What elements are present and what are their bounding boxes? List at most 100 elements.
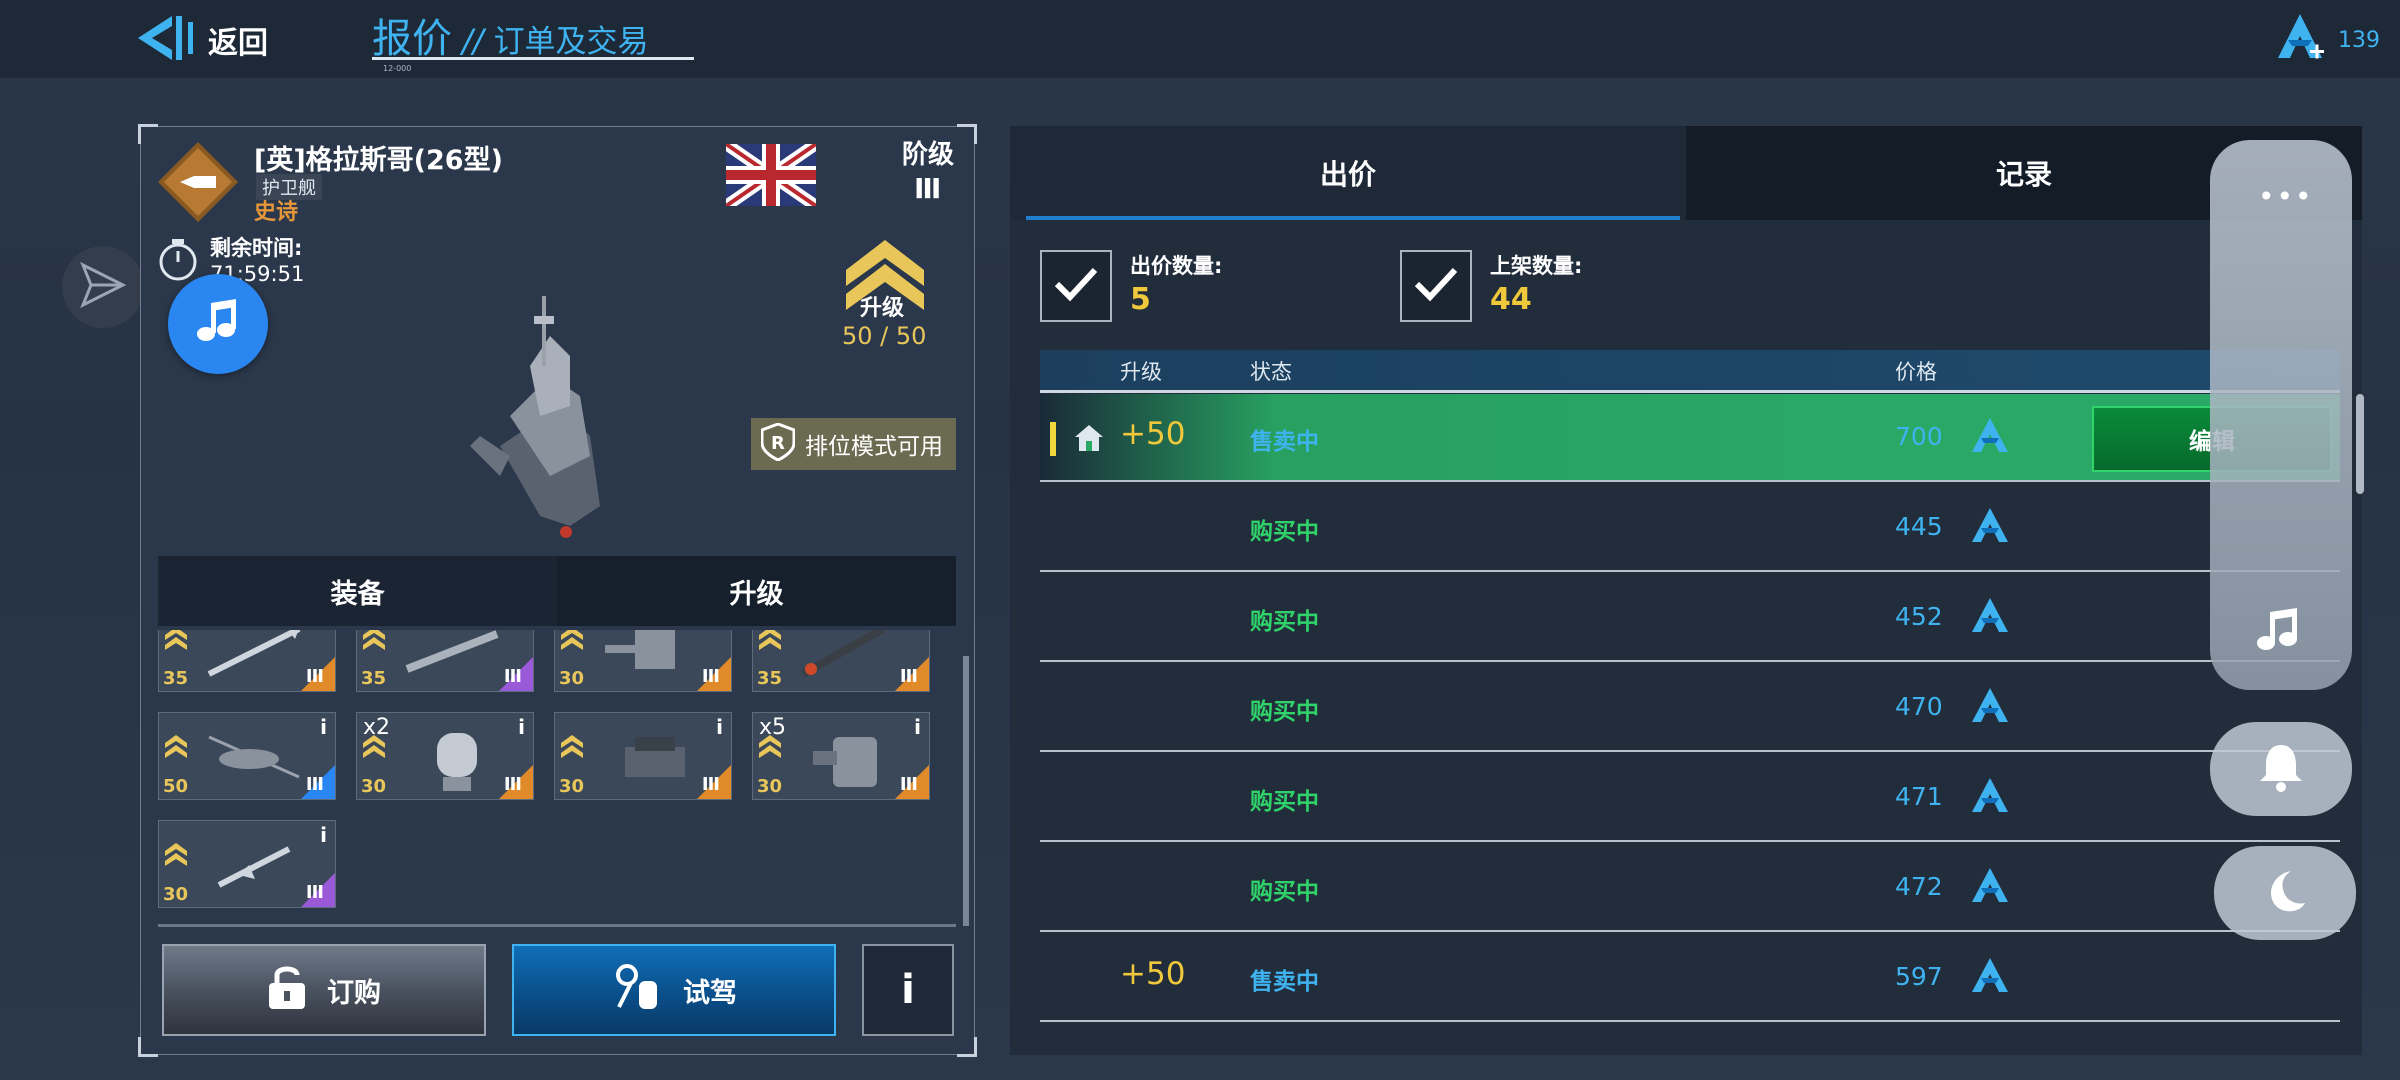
market-panel: 出价 记录 出价数量: 5 上架数量: 44 升级 状态 价格 +50 售卖中 70… (1010, 126, 2362, 1055)
col-price: 价格 (1895, 360, 1937, 384)
selected-indicator (1050, 422, 1056, 456)
bid-qty-value: 5 (1130, 282, 1151, 317)
table-row[interactable]: +50 售卖中 597 (1040, 934, 2340, 1022)
table-row[interactable]: 购买中 471 (1040, 754, 2340, 842)
tab-upgrade[interactable]: 升级 (557, 556, 956, 626)
order-button[interactable]: 订购 (162, 944, 486, 1036)
row-price: 700 (1895, 422, 1943, 451)
module-ciws[interactable]: x2 i 30 III (356, 712, 534, 800)
uk-flag-icon (722, 139, 820, 211)
tier-label: 阶级 (902, 140, 955, 170)
row-status: 购买中 (1250, 609, 1319, 635)
ship-panel: [英]格拉斯哥(26型) 护卫舰 史诗 剩余时间: 71:59:51 阶级 II… (138, 124, 977, 1057)
col-status: 状态 (1250, 360, 1292, 384)
module-grid: x2 35 III x2 35 III 30 III x2 35 (158, 630, 956, 920)
floating-toolbar: ••• (2210, 140, 2352, 690)
test-drive-button[interactable]: 试驾 (512, 944, 836, 1036)
send-icon (79, 261, 127, 313)
row-status: 售卖中 (1250, 969, 1319, 995)
music-icon[interactable] (2256, 606, 2304, 658)
bell-icon (2258, 741, 2304, 797)
currency-icon (1970, 686, 2010, 730)
table-row[interactable]: 购买中 472 (1040, 844, 2340, 932)
unlock-icon (267, 963, 307, 1018)
tab-equipment[interactable]: 装备 (158, 556, 557, 626)
upgrade-label: 升级 (860, 296, 905, 321)
table-row[interactable]: 购买中 470 (1040, 664, 2340, 752)
ciws-icon (397, 727, 507, 801)
table-row[interactable]: +50售卖中700编辑 (1040, 394, 2340, 482)
ranked-mode-label: 排位模式可用 (805, 434, 943, 460)
moon-icon (2261, 867, 2309, 919)
ship-rarity: 史诗 (254, 200, 299, 225)
music-fab[interactable] (168, 274, 268, 374)
notification-button[interactable] (2210, 722, 2352, 816)
row-price: 470 (1895, 692, 1943, 721)
row-status: 购买中 (1250, 519, 1319, 545)
row-price: 452 (1895, 602, 1943, 631)
table-row[interactable]: 购买中 452 (1040, 574, 2340, 662)
back-button[interactable]: 返回 (138, 10, 268, 70)
row-status: 购买中 (1250, 789, 1319, 815)
ship-type-badge-icon (158, 142, 238, 222)
row-price: 472 (1895, 872, 1943, 901)
share-fab[interactable] (62, 246, 144, 328)
back-label: 返回 (208, 26, 268, 61)
row-price: 597 (1895, 962, 1943, 991)
module-missile[interactable]: x2 35 III (158, 630, 336, 692)
ranked-shield-icon: R (760, 422, 796, 465)
table-row[interactable]: 购买中 445 (1040, 484, 2340, 572)
top-bar (0, 0, 2400, 78)
info-button[interactable]: i (862, 944, 954, 1036)
toolbar-scroll-handle[interactable] (2356, 394, 2364, 494)
helicopter-icon (199, 727, 309, 791)
col-upgrade: 升级 (1120, 360, 1162, 384)
currency-icon (1970, 956, 2010, 1000)
module-scrollbar-thumb[interactable] (963, 656, 969, 926)
test-drive-label: 试驾 (683, 977, 737, 1009)
active-tab-indicator (1026, 216, 1680, 220)
module-turret[interactable]: 30 III (554, 630, 732, 692)
listed-qty-label: 上架数量: (1490, 254, 1583, 278)
tier-value: III (914, 172, 941, 205)
currency-display[interactable]: 139 (2272, 10, 2380, 70)
home-icon (1074, 424, 1104, 456)
tab-bid[interactable]: 出价 (1010, 126, 1686, 220)
row-price: 471 (1895, 782, 1943, 811)
cruise-missile-icon (199, 835, 309, 899)
title-main: 报价 (372, 16, 452, 62)
module-missile-2[interactable]: x2 35 III (356, 630, 534, 692)
currency-icon (1970, 866, 2010, 910)
music-note-icon (193, 297, 243, 351)
row-upgrade: +50 (1120, 416, 1186, 452)
currency-icon (1970, 596, 2010, 640)
upgrade-value: 50 / 50 (842, 322, 927, 350)
module-gun[interactable]: x5 i 30 III (752, 712, 930, 800)
missile-icon (397, 630, 507, 683)
row-status: 售卖中 (1250, 429, 1319, 455)
row-upgrade: +50 (1120, 956, 1186, 992)
equipment-tabs: 装备 升级 (158, 556, 956, 626)
turret-icon (595, 630, 705, 683)
table-header: 升级 状态 价格 (1040, 350, 2340, 392)
row-status: 购买中 (1250, 699, 1319, 725)
ship-model-image (440, 256, 640, 546)
module-torpedo[interactable]: x2 35 III (752, 630, 930, 692)
torpedo-icon (793, 630, 903, 683)
night-mode-button[interactable] (2214, 846, 2356, 940)
title-subtitle: 订单及交易 (493, 24, 649, 60)
bid-qty-label: 出价数量: (1130, 254, 1223, 278)
gun-icon (793, 727, 903, 801)
currency-add-icon (2272, 10, 2328, 70)
more-icon[interactable]: ••• (2258, 180, 2314, 213)
module-helicopter[interactable]: i 50 III (158, 712, 336, 800)
checkmark-icon (1413, 264, 1459, 308)
listed-qty-checkbox[interactable] (1400, 250, 1472, 322)
currency-icon (1970, 506, 2010, 550)
module-launcher[interactable]: i 30 III (554, 712, 732, 800)
module-cruise-missile[interactable]: i 30 III (158, 820, 336, 908)
bid-qty-checkbox[interactable] (1040, 250, 1112, 322)
row-price: 445 (1895, 512, 1943, 541)
missile-icon (199, 630, 309, 683)
divider (158, 924, 956, 927)
